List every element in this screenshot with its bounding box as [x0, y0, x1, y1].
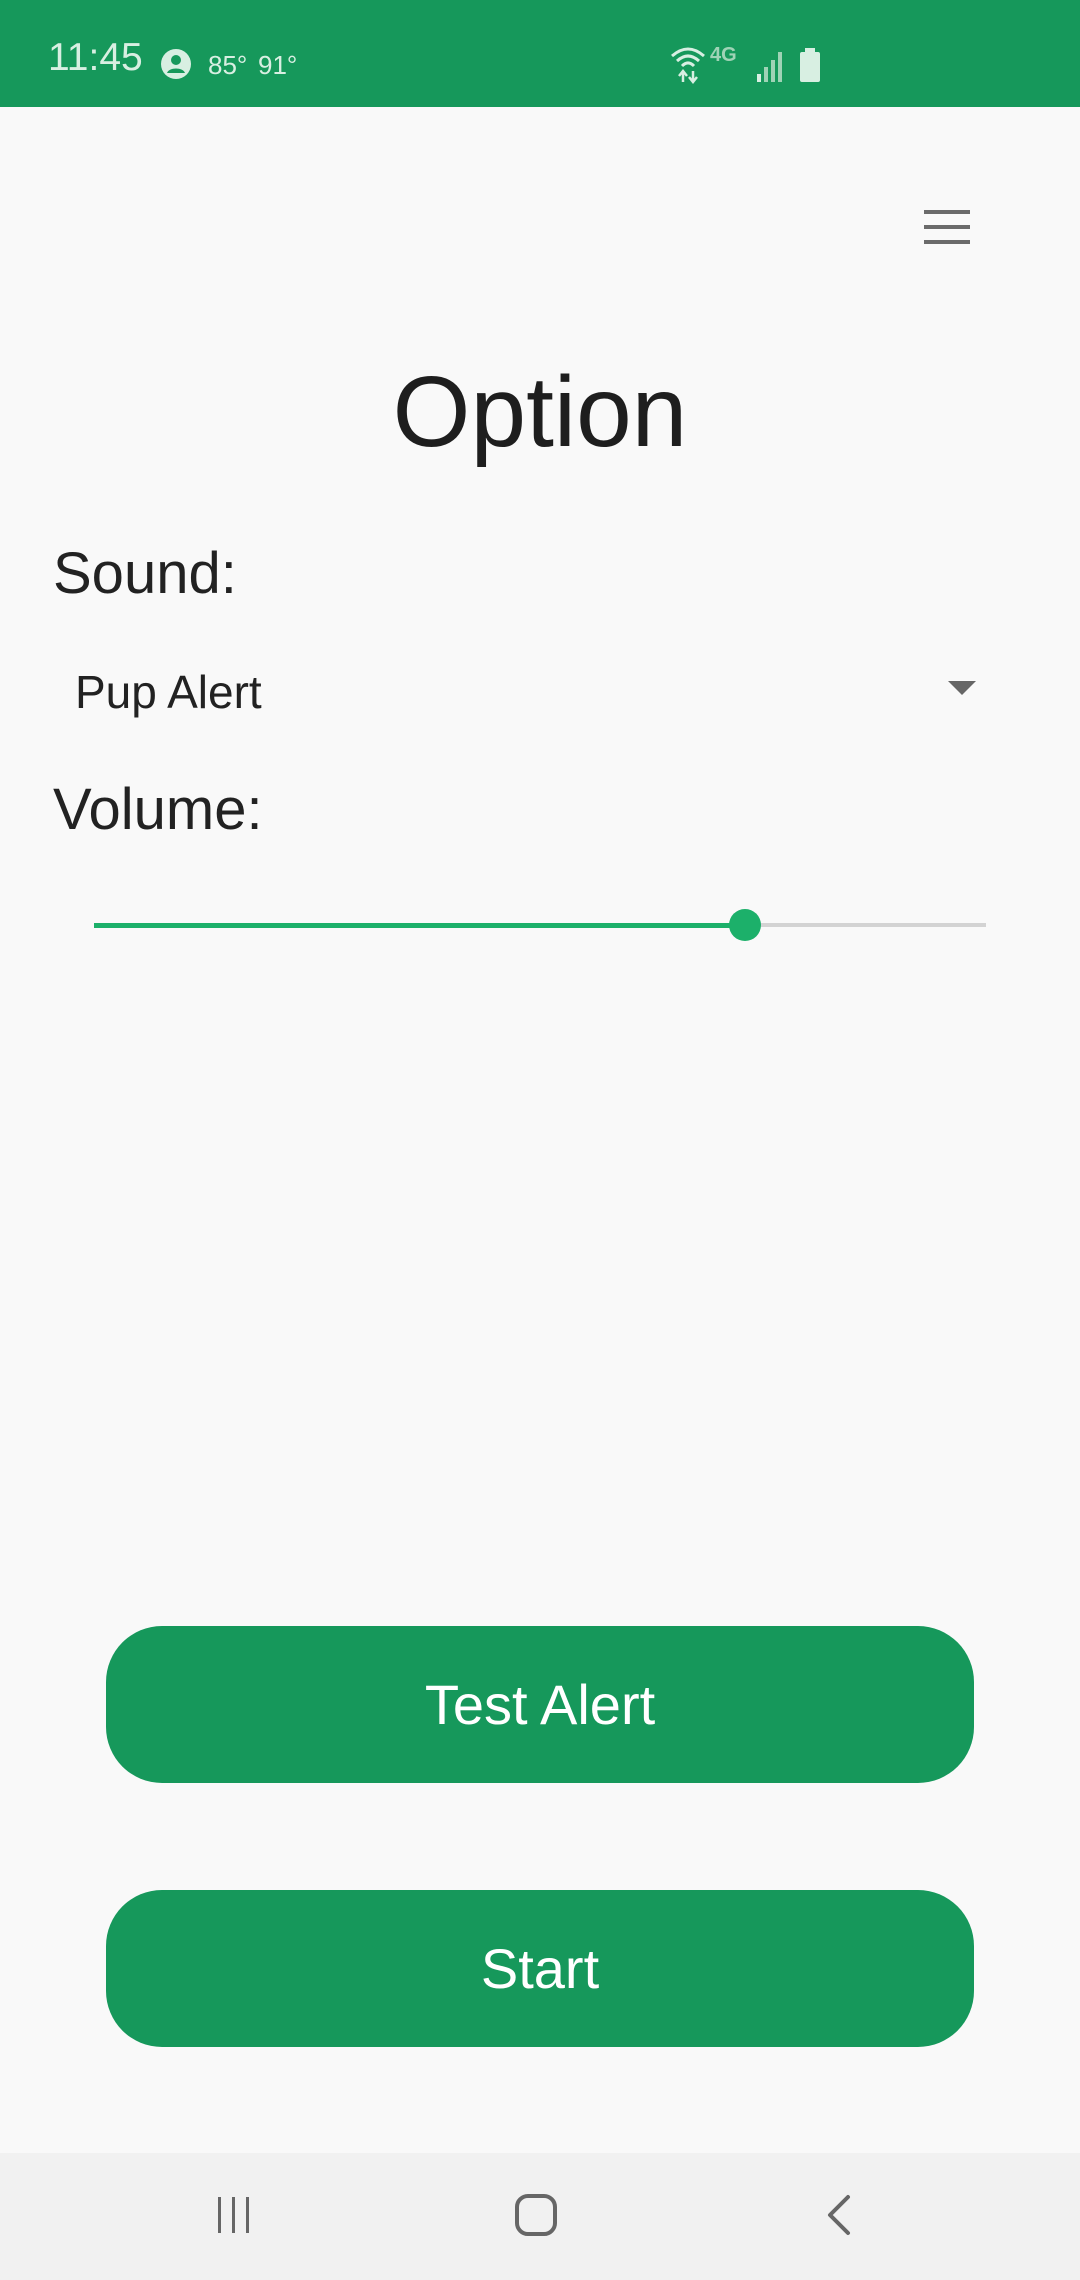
- home-icon[interactable]: [512, 2191, 560, 2239]
- volume-slider-thumb[interactable]: [729, 909, 762, 941]
- network-type: 4G: [710, 44, 737, 66]
- sound-dropdown[interactable]: Pup Alert: [53, 640, 998, 740]
- start-button[interactable]: Start: [106, 1890, 974, 2047]
- test-alert-button[interactable]: Test Alert: [106, 1626, 974, 1783]
- wifi-icon: [671, 47, 705, 84]
- page-title: Option: [392, 356, 688, 468]
- recents-icon[interactable]: [212, 2193, 256, 2237]
- hamburger-menu-icon[interactable]: [920, 206, 974, 248]
- volume-slider-fill: [94, 923, 746, 928]
- sound-selected-value: Pup Alert: [75, 666, 262, 718]
- status-bar: 11:45 85° 91° 4G: [0, 0, 1080, 107]
- volume-slider[interactable]: [94, 890, 986, 960]
- sound-label: Sound:: [53, 541, 237, 606]
- status-temp-high: 91°: [258, 50, 298, 80]
- person-icon: [161, 49, 191, 79]
- app-screen: 11:45 85° 91° 4G Option Sound: Pup Alert…: [0, 0, 1080, 2280]
- battery-icon: [800, 48, 820, 82]
- navigation-bar: [0, 2153, 1080, 2280]
- status-time: 11:45: [48, 36, 143, 79]
- status-temp-current: 85°: [208, 50, 248, 80]
- volume-label: Volume:: [53, 777, 263, 842]
- signal-icon: [757, 52, 782, 82]
- back-icon[interactable]: [818, 2191, 862, 2239]
- dropdown-arrow-icon: [948, 681, 976, 695]
